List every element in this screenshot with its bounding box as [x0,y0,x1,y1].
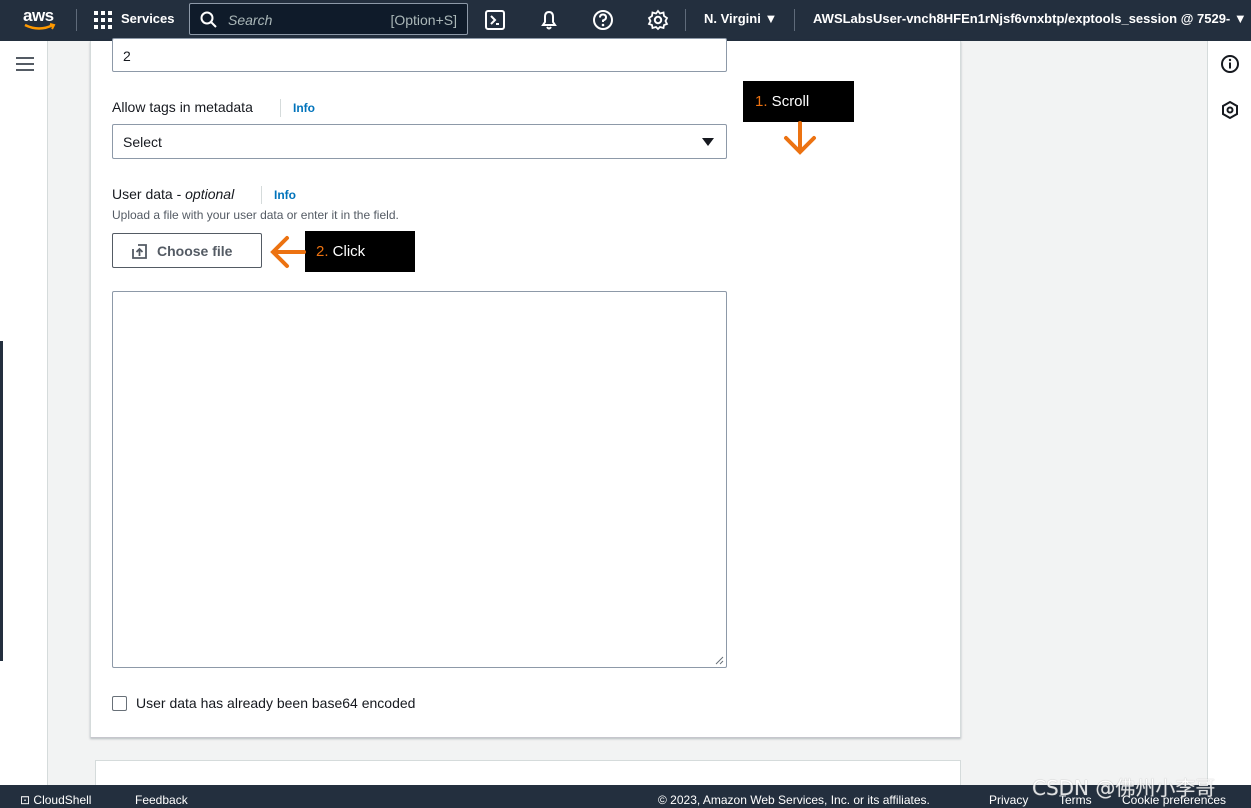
search-placeholder: Search [228,12,273,28]
hexagon-icon[interactable] [1220,100,1240,120]
click-step-number: 2. [316,243,329,260]
choose-file-button[interactable]: Choose file [112,233,262,268]
caret-down-icon: ▼ [1233,11,1247,26]
watermark: CSDN @佛州小李哥 [1032,776,1216,800]
search-shortcut: [Option+S] [390,12,457,28]
scroll-step-number: 1. [755,93,768,110]
scroll-annotation-text: 1. Scroll [755,93,809,110]
choose-file-label: Choose file [157,243,233,259]
user-data-textarea[interactable] [112,291,727,668]
left-rail [0,41,48,785]
click-step-text: Click [328,243,366,260]
user-data-label-text: User data - [112,186,186,202]
click-annotation-text: 2. Click [316,243,365,260]
copyright-text: © 2023, Amazon Web Services, Inc. or its… [658,793,930,807]
allow-tags-info-link[interactable]: Info [293,101,315,115]
upload-icon [132,244,147,259]
services-grid-icon[interactable] [94,11,112,29]
services-menu-label[interactable]: Services [121,11,175,26]
number-input-value: 2 [123,48,131,64]
label-divider [261,186,262,204]
cloudshell-icon[interactable] [484,9,506,31]
top-navigation: aws Services Search [Option+S] N. Virgin… [0,0,1251,41]
base64-checkbox-label: User data has already been base64 encode… [136,695,416,711]
click-annotation: 2. Click [305,231,415,272]
caret-down-icon [702,138,714,146]
caret-down-icon: ▼ [764,11,778,26]
search-icon [200,11,217,28]
right-rail [1207,41,1251,785]
scroll-annotation: 1. Scroll [743,81,854,122]
nav-divider [794,9,795,31]
scroll-step-text: Scroll [767,93,810,110]
privacy-link[interactable]: Privacy [989,793,1028,807]
feedback-link[interactable]: Feedback [135,793,188,807]
region-label: N. Virgini [704,11,761,26]
base64-checkbox[interactable] [112,696,127,711]
cloudshell-footer-link[interactable]: ⊡ CloudShell [20,793,91,807]
user-data-optional: optional [185,186,235,202]
arrow-down-icon [784,121,816,155]
info-icon[interactable] [1220,54,1240,74]
menu-icon[interactable] [16,57,34,71]
nav-divider [685,9,686,31]
label-divider [280,99,281,117]
arrow-left-icon [270,236,306,268]
resize-handle-icon[interactable] [714,655,724,665]
number-input[interactable]: 2 [112,38,727,72]
nav-divider [76,9,77,31]
account-menu[interactable]: AWSLabsUser-vnch8HFEn1rNjsf6vnxbtp/expto… [813,11,1247,26]
gear-icon[interactable] [647,9,669,31]
user-data-description: Upload a file with your user data or ent… [112,208,399,222]
region-selector[interactable]: N. Virgini ▼ [704,11,777,26]
allow-tags-label: Allow tags in metadata [112,99,253,115]
account-label: AWSLabsUser-vnch8HFEn1rNjsf6vnxbtp/expto… [813,11,1231,26]
allow-tags-select-value: Select [123,134,162,150]
help-icon[interactable] [592,9,614,31]
aws-logo[interactable]: aws [23,4,57,34]
next-section-container [95,760,961,785]
cloudshell-icon: ⊡ [20,793,31,807]
user-data-info-link[interactable]: Info [274,188,296,202]
user-data-label: User data - optional [112,186,234,202]
window-edge [0,341,3,661]
bell-icon[interactable] [538,9,560,31]
search-input[interactable]: Search [Option+S] [189,3,468,35]
cloudshell-label: CloudShell [33,793,92,807]
allow-tags-select[interactable]: Select [112,124,727,159]
